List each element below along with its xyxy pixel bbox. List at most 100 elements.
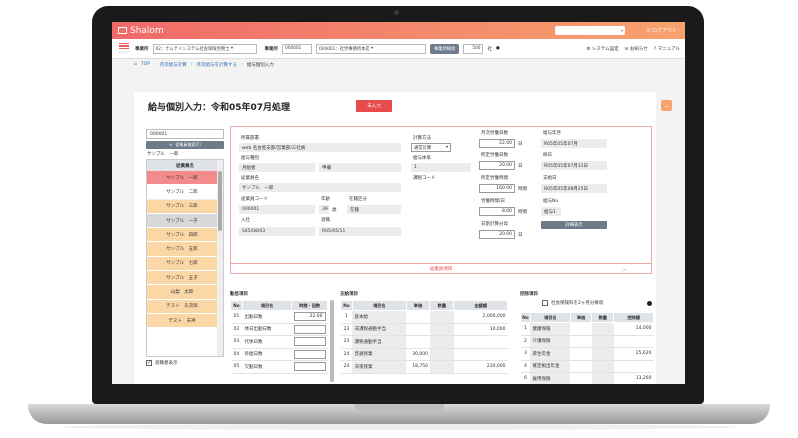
system-settings-link[interactable]: ⚙ システム設定	[586, 46, 618, 52]
breadcrumb-top[interactable]: TOP	[141, 62, 150, 67]
payments-unit[interactable]: 18,750	[406, 360, 430, 374]
manual-link[interactable]: ? マニュアル	[654, 46, 680, 52]
camera-icon	[394, 10, 399, 15]
payments-unit[interactable]	[406, 323, 430, 336]
payments-amount[interactable]	[453, 335, 508, 349]
payments-unit[interactable]	[406, 310, 430, 324]
payments-header-amount: 金額額	[453, 300, 508, 311]
attendance-value-input[interactable]	[293, 337, 326, 347]
count-input[interactable]: 500	[463, 43, 484, 54]
deductions-unit[interactable]	[570, 372, 592, 384]
business-select[interactable]: 000001：社労事務所本店 ▾	[316, 43, 426, 54]
attendance-value-input[interactable]	[293, 362, 326, 372]
employee-list-scrollbar[interactable]	[217, 160, 223, 356]
retired-toggle[interactable]: ✓ 退職者表示	[146, 360, 224, 366]
header-select[interactable]: ▾	[555, 26, 625, 35]
payments-unit[interactable]	[406, 335, 430, 349]
base-days-input[interactable]: 22.00	[479, 139, 515, 148]
attendance-header-no: No	[230, 300, 243, 311]
deductions-no: 4	[520, 360, 531, 373]
fixed-hours-label: 所定労働時間	[481, 176, 508, 181]
search-icon: 🔍	[169, 142, 175, 148]
attendance-value-cell	[291, 323, 328, 336]
office-select[interactable]: 02：ナムテイシステム社会保険労務士 ▾	[152, 43, 257, 54]
deductions-amount[interactable]: 25,620	[613, 347, 654, 361]
fixed-hours-input[interactable]: 160.00	[479, 184, 515, 193]
deductions-header-amount: 控除額	[613, 312, 654, 323]
employee-search-button[interactable]: 🔍 従業員検索(F)	[146, 141, 224, 149]
employee-items-label: 従業員項目	[429, 266, 453, 272]
breadcrumb-calc[interactable]: 月次給与を計算する	[197, 62, 238, 68]
deductions-unit[interactable]	[570, 322, 592, 336]
menu-button[interactable]: メニュー	[117, 42, 131, 54]
calc-method-select[interactable]: 通常計算 ▾	[411, 143, 451, 152]
deductions-unit[interactable]	[570, 347, 592, 361]
notice-link[interactable]: ✉ お知らせ	[625, 46, 648, 52]
deductions-unit[interactable]	[570, 360, 592, 373]
status-button[interactable]: 未入力	[356, 100, 392, 112]
employee-list-item[interactable]: サンプル 二郎	[147, 185, 217, 200]
detail-button[interactable]: 詳細表示	[541, 221, 607, 229]
retired-checkbox[interactable]: ✓	[146, 360, 152, 366]
chevron-down-icon[interactable]: ⌄	[661, 100, 672, 111]
attendance-value-input[interactable]: 22.00	[293, 312, 326, 322]
daily-calc-input[interactable]: 20.00	[479, 230, 515, 239]
payments-header-no: No	[340, 300, 353, 311]
employee-list-item[interactable]: サンプル 一子	[147, 213, 217, 229]
payments-qty[interactable]	[429, 335, 454, 349]
logout-link[interactable]: ⏻ ログアウト	[646, 27, 677, 34]
payments-qty[interactable]	[429, 323, 454, 336]
attendance-scrollbar[interactable]	[330, 300, 334, 382]
payments-amount[interactable]: 10,000	[453, 323, 508, 336]
business-code-input[interactable]: 000001	[282, 43, 312, 54]
payments-amount[interactable]	[453, 348, 508, 361]
scrollbar-thumb[interactable]	[218, 171, 222, 231]
notice-label: お知らせ	[629, 46, 648, 52]
deductions-qty[interactable]	[591, 335, 614, 348]
payments-qty[interactable]	[429, 360, 454, 374]
daily-calc-label: 日割計算分母	[481, 222, 508, 227]
deductions-unit[interactable]	[570, 335, 592, 348]
fixed-days-input[interactable]: 20.00	[479, 161, 515, 170]
deductions-qty[interactable]	[591, 360, 614, 373]
employee-list-item[interactable]: テスト 久次郎	[147, 299, 217, 314]
employee-list-item[interactable]: サンプル 一郎	[147, 171, 217, 186]
deductions-qty[interactable]	[591, 347, 614, 361]
employee-list-item[interactable]: サンプル 四郎	[147, 228, 217, 243]
employee-list-item[interactable]: サンプル 五子	[147, 271, 217, 286]
deductions-amount[interactable]	[613, 360, 654, 373]
business-search-button[interactable]: 事業所検索	[430, 43, 460, 54]
deductions-qty[interactable]	[591, 372, 614, 384]
payments-amount[interactable]: 2,000,000	[453, 310, 508, 324]
attendance-value-input[interactable]	[293, 324, 326, 334]
social-insurance-checkbox[interactable]	[542, 300, 548, 306]
payments-unit[interactable]: 30,000	[406, 348, 430, 361]
employee-list-item[interactable]: 山梨 太郎	[147, 285, 217, 300]
attendance-value-input[interactable]	[293, 349, 326, 359]
social-insurance-toggle[interactable]: 社会保険料を2ヶ月分徴収	[542, 300, 603, 306]
info-dot-icon[interactable]	[647, 301, 652, 306]
logo-text: Shalom	[130, 25, 164, 36]
payments-amount[interactable]: 230,000	[453, 360, 508, 374]
employee-search-input[interactable]: 000001	[146, 129, 224, 139]
payments-qty[interactable]	[429, 348, 454, 361]
info-icon[interactable]: ●	[496, 46, 500, 51]
employee-items-toggle[interactable]: 従業員項目 ︿	[231, 263, 651, 273]
payments-name: 普通残業	[352, 348, 406, 361]
breadcrumb-monthly[interactable]: 月次給与計算	[160, 62, 187, 68]
employee-list-item[interactable]: サンプル 五郎	[147, 242, 217, 257]
system-settings-label: システム設定	[591, 46, 619, 52]
deductions-qty[interactable]	[591, 322, 614, 336]
attendance-row: 03 代休日数	[230, 335, 328, 349]
deductions-amount[interactable]	[613, 335, 654, 348]
daily-hours-input[interactable]: 8.00	[479, 207, 515, 216]
app-logo[interactable]: Shalom	[118, 26, 164, 36]
deductions-amount[interactable]: 14,000	[613, 322, 654, 336]
retire-value: R05/05/11	[319, 227, 401, 236]
attendance-row: 05 欠勤日数	[230, 360, 328, 374]
payments-qty[interactable]	[429, 310, 454, 324]
deductions-amount[interactable]: 13,260	[613, 372, 654, 384]
employee-list-item[interactable]: サンプル 七郎	[147, 256, 217, 272]
employee-list-item[interactable]: テスト 天神	[147, 313, 217, 329]
employee-list-item[interactable]: サンプル 三郎	[147, 199, 217, 214]
